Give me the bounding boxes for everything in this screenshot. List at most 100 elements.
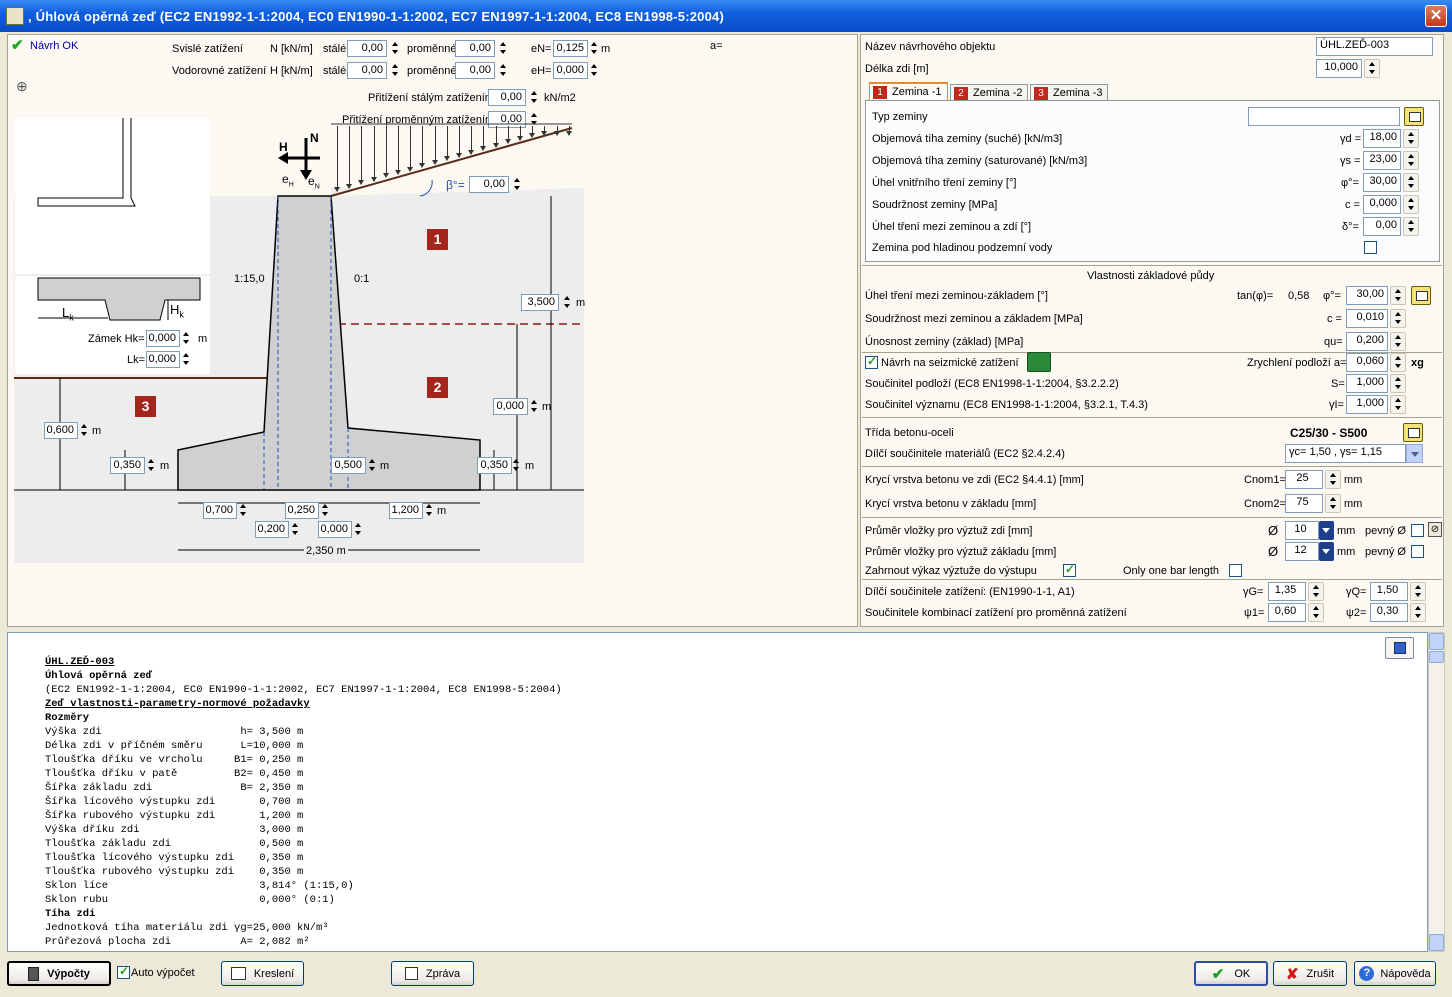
beta-input[interactable]: 0,00 [469,176,509,193]
psi2-spinner[interactable] [1410,603,1426,622]
cnom1-spinner[interactable] [1325,470,1341,489]
toe-thickness-input[interactable]: 0,350 [110,457,145,474]
n-permanent-input[interactable]: 0,00 [347,40,387,57]
n-variable-spinner[interactable] [497,40,510,57]
gg-input[interactable]: 1,35 [1268,582,1306,601]
surcharge-perm-spinner[interactable] [528,89,541,106]
stem-bottom-spinner[interactable] [289,521,302,538]
one-bar-checkbox[interactable] [1229,564,1242,577]
stem-top-input[interactable]: 0,250 [285,502,319,519]
accel-input[interactable]: 0,060 [1346,353,1388,372]
gg-spinner[interactable] [1308,582,1324,601]
wall-length-input[interactable]: 10,000 [1316,59,1362,78]
soil-wall-friction-input[interactable]: 0,00 [1363,217,1401,236]
front-ground-spinner[interactable] [78,422,91,439]
rebar-base-dropdown-icon[interactable] [1319,542,1334,561]
rebar-base-fixed-checkbox[interactable] [1411,545,1424,558]
toe-width-input[interactable]: 0,700 [203,502,237,519]
water-level-input[interactable]: 0,000 [493,398,528,415]
ok-button[interactable]: ✔ OK [1194,961,1268,986]
include-rebar-checkbox[interactable] [1063,562,1076,577]
soil-friction-spinner[interactable] [1403,173,1419,192]
scroll-down-button[interactable] [1429,934,1444,951]
rebar-wall-dropdown-icon[interactable] [1319,521,1334,540]
object-name-input[interactable]: ÚHL.ZEĎ-003 [1316,37,1433,56]
stem-bottom-input[interactable]: 0,200 [255,521,289,538]
importance-factor-input[interactable]: 1,000 [1346,395,1388,414]
soil-library-icon[interactable] [1404,107,1424,126]
soil-wall-friction-spinner[interactable] [1403,217,1419,236]
bearing-capacity-spinner[interactable] [1390,332,1406,351]
foundation-cohesion-input[interactable]: 0,010 [1346,309,1388,328]
foundation-phi-spinner[interactable] [1390,286,1406,305]
foundation-library-icon[interactable] [1411,286,1431,305]
soil-friction-input[interactable]: 30,00 [1363,173,1401,192]
psi1-spinner[interactable] [1308,603,1324,622]
report-button[interactable]: Zpráva [391,961,474,986]
psi1-input[interactable]: 0,60 [1268,603,1306,622]
en-spinner[interactable] [588,40,601,57]
soil-cohesion-input[interactable]: 0,000 [1363,195,1401,214]
rebar-wall-dia-icon[interactable]: ⊘ [1428,522,1442,537]
foundation-cohesion-spinner[interactable] [1390,309,1406,328]
key-hk-input[interactable]: 0,000 [146,330,180,347]
material-factors-select[interactable]: γc= 1,50 , γs= 1,15 [1285,444,1406,463]
toe-thickness-spinner[interactable] [145,457,158,474]
eh-input[interactable]: 0,000 [553,62,588,79]
help-button[interactable]: ? Nápověda [1354,961,1436,986]
h-variable-spinner[interactable] [497,62,510,79]
report-expand-icon[interactable] [1385,637,1414,659]
foundation-phi-input[interactable]: 30,00 [1346,286,1388,305]
beta-spinner[interactable] [511,176,524,193]
accel-spinner[interactable] [1390,353,1406,372]
soil-factor-input[interactable]: 1,000 [1346,374,1388,393]
back-offset-spinner[interactable] [352,521,365,538]
gq-input[interactable]: 1,50 [1370,582,1408,601]
h-variable-input[interactable]: 0,00 [455,62,495,79]
cancel-button[interactable]: ✘ Zrušit [1273,961,1347,986]
rebar-wall-fixed-checkbox[interactable] [1411,524,1424,537]
back-offset-input[interactable]: 0,000 [318,521,352,538]
scroll-up-button[interactable] [1429,633,1444,650]
soil-dry-weight-input[interactable]: 18,00 [1363,129,1401,148]
soil-sat-weight-spinner[interactable] [1403,151,1419,170]
height-input[interactable]: 3,500 [521,294,559,311]
calculations-button[interactable]: Výpočty [7,961,111,986]
tab-soil-3[interactable]: 3 Zemina -3 [1030,84,1108,101]
close-button[interactable]: ✕ [1425,5,1447,27]
base-thickness-input[interactable]: 0,500 [331,457,366,474]
rebar-wall-input[interactable]: 10 [1285,521,1319,540]
heel-thickness-spinner[interactable] [510,457,523,474]
n-variable-input[interactable]: 0,00 [455,40,495,57]
h-permanent-input[interactable]: 0,00 [347,62,387,79]
concrete-library-icon[interactable] [1403,423,1423,442]
key-lk-input[interactable]: 0,000 [146,351,180,368]
bearing-capacity-input[interactable]: 0,200 [1346,332,1388,351]
soil-type-input[interactable] [1248,107,1400,126]
tab-soil-1[interactable]: 1 Zemina -1 [869,82,948,101]
cnom2-spinner[interactable] [1325,494,1341,513]
height-spinner[interactable] [561,294,574,311]
heel-width-spinner[interactable] [423,502,436,519]
water-level-spinner[interactable] [528,398,541,415]
tab-soil-2[interactable]: 2 Zemina -2 [950,84,1028,101]
soil-cohesion-spinner[interactable] [1403,195,1419,214]
heel-width-input[interactable]: 1,200 [389,502,423,519]
heel-thickness-input[interactable]: 0,350 [477,457,512,474]
soil-factor-spinner[interactable] [1390,374,1406,393]
toe-width-spinner[interactable] [237,502,250,519]
surcharge-perm-input[interactable]: 0,00 [488,89,526,106]
gq-spinner[interactable] [1410,582,1426,601]
n-permanent-spinner[interactable] [389,40,402,57]
key-hk-spinner[interactable] [180,330,193,347]
scroll-thumb[interactable] [1429,651,1444,663]
eh-spinner[interactable] [588,62,601,79]
seismic-map-icon[interactable] [1027,352,1051,372]
base-thickness-spinner[interactable] [366,457,379,474]
cnom2-input[interactable]: 75 [1285,494,1323,513]
soil-dry-weight-spinner[interactable] [1403,129,1419,148]
psi2-input[interactable]: 0,30 [1370,603,1408,622]
drawing-button[interactable]: Kreslení [221,961,304,986]
soil-underwater-checkbox[interactable] [1364,241,1377,254]
rebar-base-input[interactable]: 12 [1285,542,1319,561]
